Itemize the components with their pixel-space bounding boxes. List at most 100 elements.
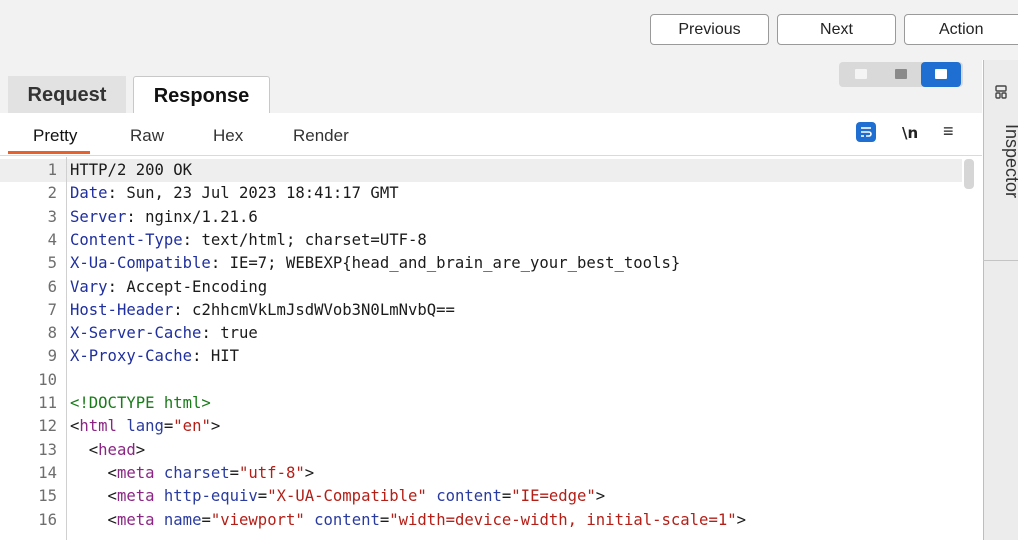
code-token: content	[436, 487, 502, 506]
code-token: head	[98, 440, 136, 459]
code-token: "viewport"	[210, 510, 305, 529]
top-toolbar: Previous Next Action	[0, 0, 1018, 60]
code-line-text: Content-Type: text/html; charset=UTF-8	[70, 229, 427, 252]
code-line[interactable]: 9 X-Proxy-Cache: HIT	[0, 345, 962, 368]
line-number: 3	[47, 207, 57, 226]
code-token: =	[257, 487, 268, 506]
line-number: 4	[47, 230, 57, 249]
layout-single-button[interactable]	[921, 62, 961, 87]
code-line[interactable]: 11 <!DOCTYPE html>	[0, 392, 962, 415]
code-line-text: Server: nginx/1.21.6	[70, 206, 258, 229]
tab-render[interactable]: Render	[293, 126, 349, 146]
layout-vertical-button[interactable]	[881, 62, 921, 87]
code-token: "width=device-width, initial-scale=1"	[389, 510, 737, 529]
code-line-text: X-Proxy-Cache: HIT	[70, 345, 239, 368]
line-number: 6	[47, 277, 57, 296]
code-token: >	[135, 440, 146, 459]
code-line[interactable]: 10	[0, 369, 962, 392]
code-token: : c2hhcmVkLmJsdWVob3N0LmNvbQ==	[173, 300, 455, 319]
word-wrap-icon[interactable]	[856, 122, 876, 142]
code-line[interactable]: 15 <meta http-equiv="X-UA-Compatible" co…	[0, 485, 962, 508]
code-token: <	[70, 510, 117, 529]
code-token: content	[314, 510, 380, 529]
tab-hex[interactable]: Hex	[213, 126, 243, 146]
code-line[interactable]: 5 X-Ua-Compatible: IE=7; WEBEXP{head_and_…	[0, 252, 962, 275]
code-token: <	[70, 487, 117, 506]
layout-toggle	[839, 62, 963, 87]
line-number: 5	[47, 254, 57, 273]
line-number: 16	[38, 510, 57, 529]
code-token: http-equiv	[163, 487, 258, 506]
line-number: 7	[47, 300, 57, 319]
code-token: "X-UA-Compatible"	[267, 487, 427, 506]
code-token: lang	[126, 417, 164, 436]
code-line-text: <head>	[70, 439, 145, 462]
code-token: : nginx/1.21.6	[126, 207, 258, 226]
code-line[interactable]: 3 Server: nginx/1.21.6	[0, 206, 962, 229]
line-number: 15	[38, 487, 57, 506]
tab-response[interactable]: Response	[133, 76, 270, 114]
code-token: <	[70, 440, 99, 459]
tab-pretty[interactable]: Pretty	[33, 126, 77, 146]
inspector-layout-icon[interactable]	[993, 84, 1009, 100]
code-token: meta	[116, 510, 155, 529]
action-button[interactable]: Action	[904, 14, 1018, 45]
line-number: 1	[47, 161, 57, 179]
code-line[interactable]: 1 HTTP/2 200 OK	[0, 159, 962, 182]
code-line-text: Vary: Accept-Encoding	[70, 276, 267, 299]
code-line-text: X-Server-Cache: true	[70, 322, 258, 345]
code-line[interactable]: 7 Host-Header: c2hhcmVkLmJsdWVob3N0LmNvbQ…	[0, 299, 962, 322]
code-token: Server	[70, 207, 127, 226]
code-token: : IE=7; WEBEXP{head_and_brain_are_your_b…	[210, 254, 681, 273]
code-line[interactable]: 2 Date: Sun, 23 Jul 2023 18:41:17 GMT	[0, 182, 962, 205]
code-token: charset	[163, 463, 230, 482]
layout-single-icon	[935, 69, 947, 79]
code-token: =	[379, 510, 390, 529]
code-line[interactable]: 8 X-Server-Cache: true	[0, 322, 962, 345]
message-tab-bar: Request Response	[0, 60, 982, 114]
code-token: HTTP/2 200 OK	[70, 161, 193, 179]
tab-raw[interactable]: Raw	[130, 126, 164, 146]
code-token: Date	[70, 184, 108, 203]
code-token: =	[163, 417, 174, 436]
code-line-text: Date: Sun, 23 Jul 2023 18:41:17 GMT	[70, 182, 399, 205]
code-token: : text/html; charset=UTF-8	[182, 230, 427, 249]
code-line-text: <html lang="en">	[70, 415, 220, 438]
code-token: html	[79, 417, 117, 436]
code-token: "IE=edge"	[511, 487, 596, 506]
previous-button[interactable]: Previous	[650, 14, 769, 45]
vertical-scrollbar[interactable]	[962, 157, 982, 540]
scrollbar-thumb[interactable]	[964, 159, 974, 189]
code-token: : Accept-Encoding	[107, 277, 268, 296]
show-newlines-button[interactable]: \n	[902, 124, 918, 142]
line-number: 8	[47, 324, 57, 343]
response-editor[interactable]: 1 HTTP/2 200 OK 2 Date: Sun, 23 Jul 2023 18…	[0, 157, 962, 540]
code-token: "en"	[173, 417, 211, 436]
code-line[interactable]: 4 Content-Type: text/html; charset=UTF-8	[0, 229, 962, 252]
code-token: : HIT	[192, 347, 240, 366]
line-number: 13	[38, 440, 57, 459]
inspector-divider	[983, 260, 1018, 261]
code-line[interactable]: 12 <html lang="en">	[0, 415, 962, 438]
code-line[interactable]: 13 <head>	[0, 439, 962, 462]
layout-horizontal-button[interactable]	[841, 62, 881, 87]
code-token: meta	[116, 487, 155, 506]
next-button[interactable]: Next	[777, 14, 896, 45]
code-line[interactable]: 6 Vary: Accept-Encoding	[0, 276, 962, 299]
layout-vertical-icon	[895, 69, 907, 79]
tab-request[interactable]: Request	[8, 76, 126, 114]
inspector-label[interactable]: Inspector	[1001, 124, 1018, 198]
menu-icon[interactable]: ≡	[943, 121, 954, 142]
code-token: : true	[201, 324, 258, 343]
active-tab-indicator	[8, 151, 90, 154]
code-token: <!DOCTYPE html>	[70, 394, 211, 412]
layout-horizontal-icon	[855, 69, 867, 79]
code-line-text: <meta charset="utf-8">	[70, 462, 315, 485]
code-line[interactable]: 14 <meta charset="utf-8">	[0, 462, 962, 485]
code-token: >	[736, 510, 747, 529]
code-line[interactable]: 16 <meta name="viewport" content="width=…	[0, 509, 962, 532]
